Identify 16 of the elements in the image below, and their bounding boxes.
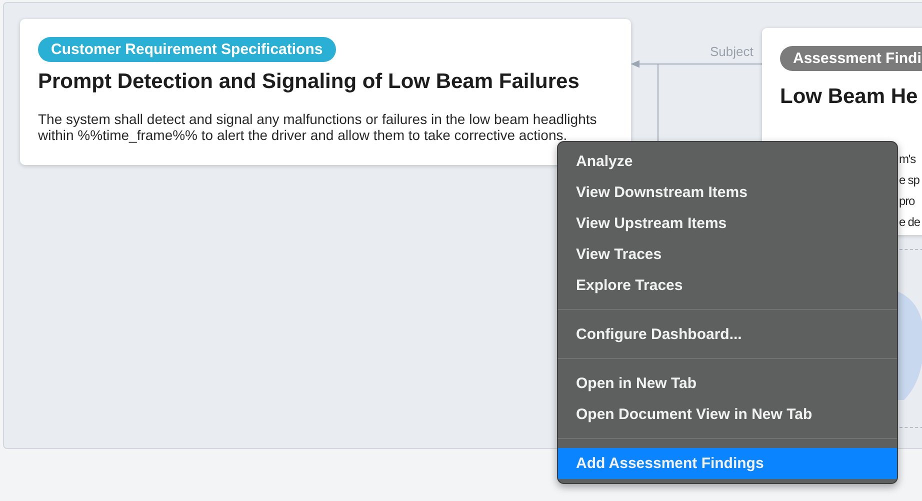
card-title: Prompt Detection and Signaling of Low Beam Failures — [38, 70, 580, 94]
menu-item[interactable]: Configure Dashboard... — [558, 319, 897, 350]
card-description-line: e sp — [899, 172, 920, 189]
menu-item[interactable]: Open in New Tab — [558, 368, 897, 399]
menu-item[interactable]: Explore Traces — [558, 270, 897, 301]
menu-item[interactable]: View Traces — [558, 239, 897, 270]
card-description: The system shall detect and signal any malfunctions or failures in the low beam headlights within %%time_frame%% to alert the driver and allow them to take corrective actions. — [38, 111, 598, 143]
category-tag: Customer Requirement Specifications — [38, 37, 336, 62]
card-description-line: pro — [899, 193, 916, 210]
menu-item[interactable]: Add Assessment Findings — [558, 448, 897, 479]
menu-item[interactable]: Open Document View in New Tab — [558, 399, 897, 430]
link-label: Subject — [710, 44, 754, 59]
category-tag: Assessment Findi — [780, 46, 922, 71]
card-description-line: m's — [899, 151, 917, 168]
card-title: Low Beam He — [780, 85, 919, 109]
card-description-line: e de — [899, 214, 921, 231]
